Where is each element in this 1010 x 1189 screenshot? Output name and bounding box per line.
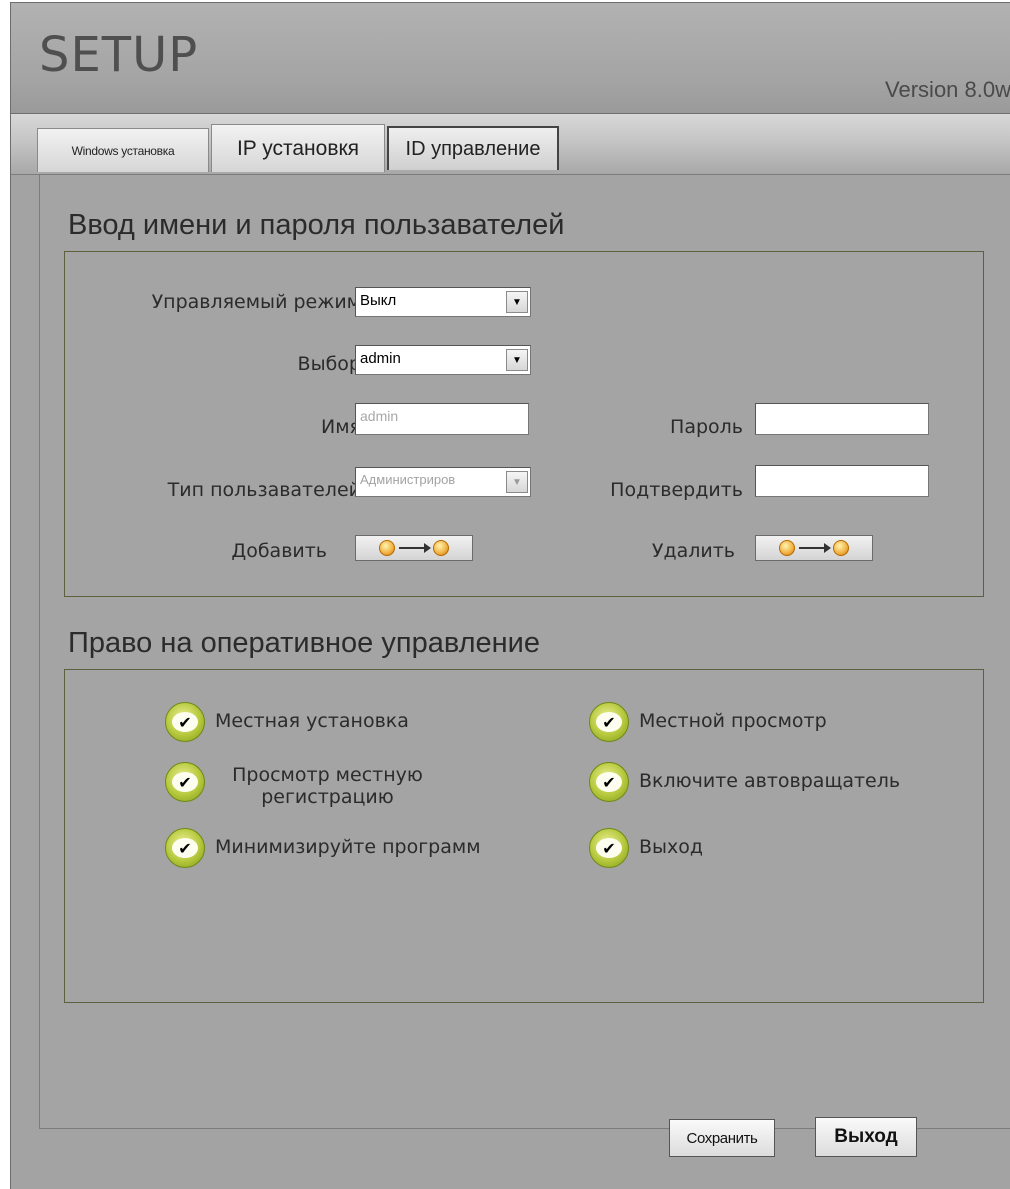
arrow-right-icon xyxy=(399,543,431,553)
user-type-value: Администриров xyxy=(360,472,456,487)
perm-label: Просмотр местную регистрацию xyxy=(232,764,423,808)
name-field[interactable]: admin xyxy=(355,403,529,435)
password-label: Пароль xyxy=(670,416,743,438)
delete-label: Удалить xyxy=(651,540,735,562)
confirm-label: Подтвердить xyxy=(610,479,743,501)
perm-label: Местная установка xyxy=(215,710,409,732)
content-panel: Ввод имени и пароля пользавателей Управл… xyxy=(39,175,1010,1129)
setup-logo: SETUP xyxy=(39,27,199,83)
select-label: Выбор xyxy=(297,353,361,375)
single-user-icon xyxy=(833,540,849,556)
mode-dropdown[interactable]: Выкл ▼ xyxy=(355,287,531,317)
check-icon: ✔ xyxy=(589,762,629,802)
tab-id-management[interactable]: ID управление xyxy=(387,126,559,170)
arrow-right-icon xyxy=(799,543,831,553)
perm-local-setup[interactable]: ✔ Местная установка xyxy=(165,702,409,742)
perm-label: Местной просмотр xyxy=(639,710,827,732)
add-label: Добавить xyxy=(231,540,327,562)
select-value: admin xyxy=(360,350,401,367)
exit-button[interactable]: Выход xyxy=(815,1117,917,1157)
version-label: Version 8.0w xyxy=(885,77,1010,102)
perm-auto-rotate[interactable]: ✔ Включите автовращатель xyxy=(589,762,900,802)
header-bar: SETUP Version 8.0w xyxy=(11,3,1010,114)
tab-ip-setup[interactable]: IP установкя xyxy=(211,124,385,172)
mode-label: Управляемый режим xyxy=(151,291,361,313)
rights-section-title: Право на оперативное управление xyxy=(68,627,540,659)
perm-local-view[interactable]: ✔ Местной просмотр xyxy=(589,702,827,742)
user-group-icon xyxy=(433,540,449,556)
perm-label: Выход xyxy=(639,836,704,858)
tab-bar: Windows установка IP установкя ID управл… xyxy=(11,114,1010,175)
user-type-dropdown[interactable]: Администриров ▼ xyxy=(355,467,531,497)
confirm-password-field[interactable] xyxy=(755,465,929,497)
rights-panel: ✔ Местная установка ✔ Местной просмотр ✔… xyxy=(64,669,984,1003)
tab-windows-setup[interactable]: Windows установка xyxy=(37,128,209,172)
add-user-button[interactable] xyxy=(355,535,473,561)
check-icon: ✔ xyxy=(589,702,629,742)
perm-minimize-program[interactable]: ✔ Минимизируйте программ xyxy=(165,828,481,868)
user-group-icon xyxy=(779,540,795,556)
chevron-down-icon: ▼ xyxy=(506,291,528,313)
perm-label: Минимизируйте программ xyxy=(215,836,481,858)
chevron-down-icon: ▼ xyxy=(506,471,528,493)
mode-value: Выкл xyxy=(360,292,397,309)
user-section-title: Ввод имени и пароля пользавателей xyxy=(68,209,565,241)
single-user-icon xyxy=(379,540,395,556)
chevron-down-icon: ▼ xyxy=(506,349,528,371)
check-icon: ✔ xyxy=(165,828,205,868)
password-field[interactable] xyxy=(755,403,929,435)
perm-exit[interactable]: ✔ Выход xyxy=(589,828,703,868)
perm-label: Включите автовращатель xyxy=(639,770,901,792)
save-button[interactable]: Сохранить xyxy=(669,1119,775,1157)
user-select-dropdown[interactable]: admin ▼ xyxy=(355,345,531,375)
user-credentials-panel: Управляемый режим Выкл ▼ Выбор admin ▼ И… xyxy=(64,251,984,597)
check-icon: ✔ xyxy=(165,702,205,742)
check-icon: ✔ xyxy=(165,762,205,802)
user-type-label: Тип пользавателей xyxy=(167,479,361,501)
delete-user-button[interactable] xyxy=(755,535,873,561)
setup-window: SETUP Version 8.0w Windows установка IP … xyxy=(10,2,1010,1189)
check-icon: ✔ xyxy=(589,828,629,868)
perm-view-local-log[interactable]: ✔ Просмотр местную регистрацию xyxy=(165,762,440,808)
